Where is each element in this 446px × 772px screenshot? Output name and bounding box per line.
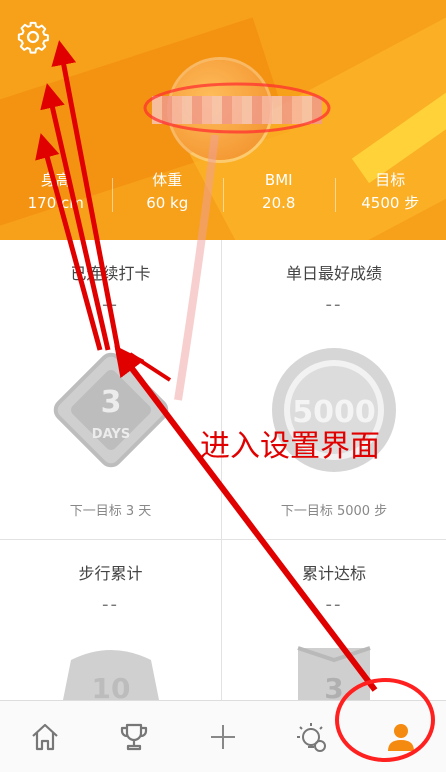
stat-value: 20.8: [223, 192, 335, 214]
bulb-icon: [294, 719, 330, 755]
card-value: --: [222, 294, 446, 315]
tab-home[interactable]: [0, 701, 89, 772]
tab-discover[interactable]: [268, 701, 357, 772]
bottom-tab-bar: [0, 700, 446, 772]
card-next-goal: 下一目标 5000 步: [222, 500, 446, 519]
total-goal-badge-icon: 3: [274, 640, 394, 700]
card-value: --: [222, 594, 446, 615]
stat-goal: 目标 4500 步: [335, 170, 446, 230]
tab-add[interactable]: [178, 701, 267, 772]
stat-label: 目标: [335, 170, 446, 190]
card-checkin-streak[interactable]: 已连续打卡 -- 3 DAYS 下一目标 3 天: [0, 240, 222, 540]
badge-number: 10: [91, 672, 130, 700]
badge-unit: DAYS: [91, 427, 129, 442]
home-icon: [27, 719, 63, 755]
card-title: 步行累计: [0, 560, 221, 584]
card-title: 已连续打卡: [0, 260, 221, 284]
badge-number: 3: [100, 385, 121, 420]
card-best-day[interactable]: 单日最好成绩 -- 5000 下一目标 5000 步: [222, 240, 446, 540]
annotation-note: 进入设置界面: [200, 430, 410, 464]
badge-number: 3: [324, 672, 343, 700]
card-value: --: [0, 594, 221, 615]
card-value: --: [0, 294, 221, 315]
card-title: 累计达标: [222, 560, 446, 584]
body-stats: 身高 170 cm 体重 60 kg BMI 20.8 目标 4500 步: [0, 170, 446, 230]
profile-icon: [383, 719, 419, 755]
tab-profile[interactable]: [357, 701, 446, 772]
stat-bmi: BMI 20.8: [223, 170, 335, 230]
stat-label: 身高: [0, 170, 112, 190]
tab-trophy[interactable]: [89, 701, 178, 772]
stat-value: 4500 步: [335, 192, 446, 214]
stat-label: BMI: [223, 170, 335, 190]
card-title: 单日最好成绩: [222, 260, 446, 284]
stat-weight: 体重 60 kg: [112, 170, 224, 230]
plus-icon: [199, 713, 247, 761]
profile-header: 身高 170 cm 体重 60 kg BMI 20.8 目标 4500 步: [0, 0, 446, 240]
card-total-goal[interactable]: 累计达标 -- 3: [222, 540, 446, 700]
card-next-goal: 下一目标 3 天: [0, 500, 221, 519]
achievement-grid: 已连续打卡 -- 3 DAYS 下一目标 3 天 单日最好成绩 -- 5000 …: [0, 240, 446, 700]
trophy-icon: [116, 719, 152, 755]
streak-badge-icon: 3 DAYS: [41, 340, 181, 480]
gear-icon[interactable]: [16, 20, 50, 54]
stat-label: 体重: [112, 170, 224, 190]
stat-value: 60 kg: [112, 192, 224, 214]
badge-number: 5000: [292, 395, 376, 430]
username-blurred: [152, 96, 322, 124]
stat-value: 170 cm: [0, 192, 112, 214]
total-walk-badge-icon: 10: [51, 640, 171, 700]
stat-height: 身高 170 cm: [0, 170, 112, 230]
card-total-walk[interactable]: 步行累计 -- 10: [0, 540, 222, 700]
